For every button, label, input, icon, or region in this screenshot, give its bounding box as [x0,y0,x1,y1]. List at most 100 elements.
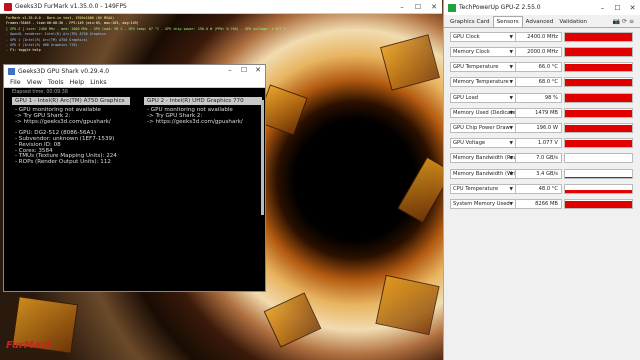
sensor-row: Memory Used (Dedicated) ▼ 1479 MB [450,107,637,119]
minimize-icon[interactable]: – [595,1,610,15]
sensor-value: 1479 MB [516,107,562,118]
scrollbar[interactable] [261,100,264,215]
sensor-value: 2400.0 MHz [516,31,562,42]
sensor-row: System Memory Used ▼ 8266 MB [450,198,637,210]
sensor-value: 7.0 GB/s [516,153,562,164]
tab-validation[interactable]: Validation [556,17,590,27]
chevron-down-icon[interactable]: ▼ [510,200,513,208]
maximize-icon[interactable]: ☐ [610,1,625,15]
gpu1-header: GPU 1 - Intel(R) Arc(TM) A750 Graphics [12,97,130,105]
sensor-name-dropdown[interactable]: Memory Clock ▼ [450,46,516,57]
sensor-name-dropdown[interactable]: GPU Load ▼ [450,92,516,103]
minimize-icon[interactable]: – [394,0,410,14]
sensor-name-dropdown[interactable]: GPU Chip Power Draw ▼ [450,122,516,133]
gpuz-title: TechPowerUp GPU-Z 2.55.0 [459,4,541,11]
sensor-graph [564,153,633,164]
chevron-down-icon[interactable]: ▼ [510,94,513,102]
tab-advanced[interactable]: Advanced [523,17,557,27]
sensor-graph [564,77,633,88]
menu-file[interactable]: File [10,78,21,86]
furmark-titlebar[interactable]: Geeks3D FurMark v1.35.0.0 - 149FPS – ☐ ✕ [0,0,442,14]
menu-help[interactable]: Help [70,78,85,86]
sensor-row: CPU Temperature ▼ 48.0 °C [450,183,637,195]
sensor-name-dropdown[interactable]: Memory Bandwidth (Read) ▼ [450,153,516,164]
sensor-value: 3.4 GB/s [516,168,562,179]
gpu-shark-title: Geeks3D GPU Shark v0.29.4.0 [18,67,110,75]
sensor-graph-fill [565,190,632,193]
sensor-graph-fill [565,161,632,163]
chevron-down-icon[interactable]: ▼ [510,33,513,41]
gpu1-line: - ROPs (Render Output Units): 112 [15,159,111,166]
sensor-graph [564,107,633,118]
sensor-name: GPU Temperature [453,64,499,71]
sensor-name: CPU Temperature [453,185,499,192]
chevron-down-icon[interactable]: ▼ [510,170,513,178]
sensor-row: GPU Chip Power Draw ▼ 196.0 W [450,122,637,134]
chevron-down-icon[interactable]: ▼ [510,185,513,193]
sensor-name-dropdown[interactable]: Memory Temperature ▼ [450,77,516,88]
gpu2-line: -> https://geeks3d.com/gpushark/ [147,118,243,125]
chevron-down-icon[interactable]: ▼ [510,139,513,147]
chevron-down-icon[interactable]: ▼ [510,154,513,162]
chevron-down-icon[interactable]: ▼ [510,78,513,86]
sensor-name: Memory Bandwidth (Read) [453,155,516,162]
sensor-graph-fill [565,124,632,132]
sensor-value: 98 % [516,92,562,103]
gpu-shark-titlebar[interactable]: Geeks3D GPU Shark v0.29.4.0 – ☐ ✕ [4,65,265,77]
sensor-graph-fill [565,33,632,41]
chevron-down-icon[interactable]: ▼ [510,124,513,132]
sensor-name-dropdown[interactable]: GPU Voltage ▼ [450,138,516,149]
sensor-row: GPU Load ▼ 98 % [450,92,637,104]
sensor-graph-fill [565,79,632,87]
furmark-logo: FurMark [6,340,53,351]
sensor-row: GPU Voltage ▼ 1.077 V [450,137,637,149]
sensor-name-dropdown[interactable]: GPU Clock ▼ [450,31,516,42]
sensor-name-dropdown[interactable]: CPU Temperature ▼ [450,183,516,194]
gpu2-panel: GPU 2 - Intel(R) UHD Graphics 770 - GPU … [144,97,262,125]
chevron-down-icon[interactable]: ▼ [510,63,513,71]
sensor-value: 196.0 W [516,122,562,133]
sensor-value: 66.0 °C [516,62,562,73]
chevron-down-icon[interactable]: ▼ [510,109,513,117]
sensor-row: Memory Temperature ▼ 68.0 °C [450,77,637,89]
sensor-value: 8266 MB [516,198,562,209]
menu-tools[interactable]: Tools [48,78,64,86]
close-icon[interactable]: ✕ [625,1,640,15]
close-icon[interactable]: ✕ [251,64,265,78]
gpuz-titlebar[interactable]: TechPowerUp GPU-Z 2.55.0 – ☐ ✕ [444,0,640,15]
gpu2-header: GPU 2 - Intel(R) UHD Graphics 770 [144,97,262,105]
minimize-icon[interactable]: – [223,64,237,78]
sensor-graph-fill [565,109,632,117]
sensor-name-dropdown[interactable]: Memory Bandwidth (Write) ▼ [450,168,516,179]
menu-view[interactable]: View [27,78,42,86]
sensor-graph-fill [565,200,632,208]
sensor-row: GPU Clock ▼ 2400.0 MHz [450,31,637,43]
sensor-row: Memory Bandwidth (Write) ▼ 3.4 GB/s [450,168,637,180]
gpu-shark-app-icon [8,67,15,75]
sensor-row: Memory Clock ▼ 2000.0 MHz [450,46,637,58]
sensor-value: 68.0 °C [516,77,562,88]
tab-graphics-card[interactable]: Graphics Card [447,17,493,27]
sensor-graph [564,46,633,57]
furmark-info-overlay: FurMark v1.35.0.0 - Burn-in test, 1920x1… [6,16,286,54]
sensor-graph [564,138,633,149]
close-icon[interactable]: ✕ [426,0,442,14]
sensor-name: Memory Bandwidth (Write) [453,170,516,177]
gpu1-panel: GPU 1 - Intel(R) Arc(TM) A750 Graphics -… [12,97,130,166]
furmark-info-line: - F1: toggle help [6,48,41,53]
sensor-name-dropdown[interactable]: GPU Temperature ▼ [450,62,516,73]
toolbar-icons[interactable]: 📷 ⟳ ≡ [613,18,634,25]
maximize-icon[interactable]: ☐ [410,0,426,14]
sensor-graph-fill [565,63,632,72]
menu-links[interactable]: Links [90,78,106,86]
sensor-name: GPU Clock [453,33,480,40]
sensor-name-dropdown[interactable]: System Memory Used ▼ [450,198,516,209]
sensor-graph-fill [565,139,632,148]
sensor-name-dropdown[interactable]: Memory Used (Dedicated) ▼ [450,107,516,118]
tab-sensors[interactable]: Sensors [492,16,523,27]
maximize-icon[interactable]: ☐ [237,64,251,78]
chevron-down-icon[interactable]: ▼ [510,48,513,56]
sensor-name: GPU Chip Power Draw [453,124,510,131]
sensor-name: GPU Load [453,94,479,101]
sensor-graph [564,122,633,133]
